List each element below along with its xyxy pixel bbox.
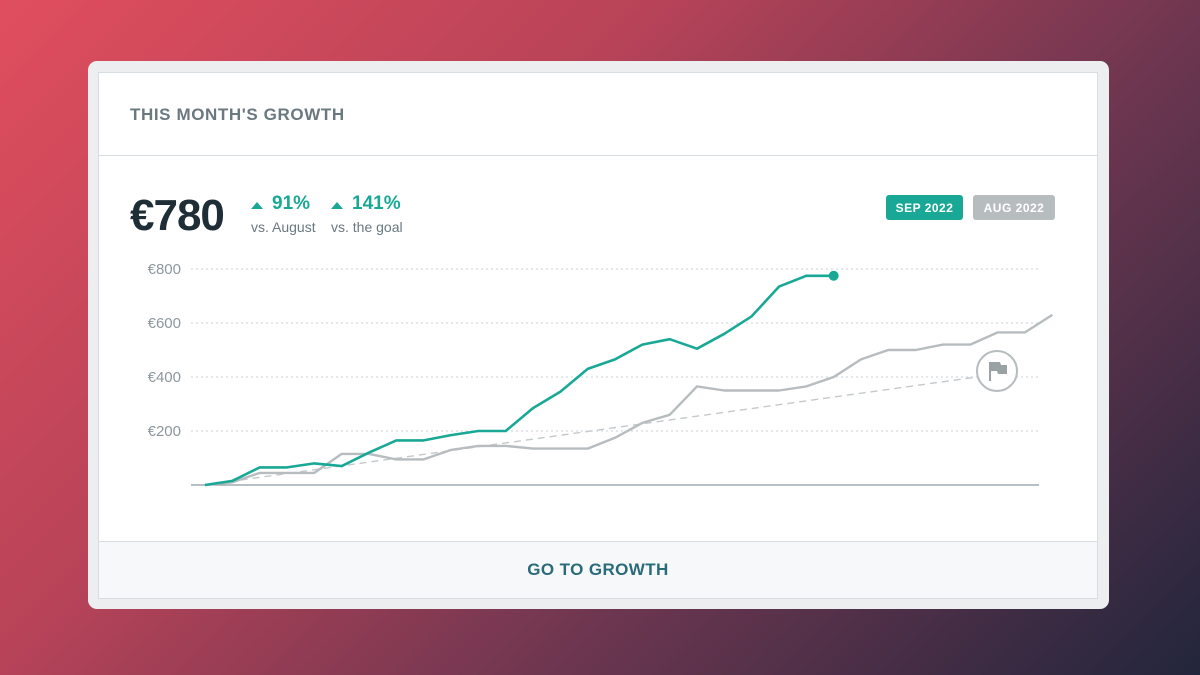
y-tick-label: €200 xyxy=(148,423,181,440)
card-header: THIS MONTH'S GROWTH xyxy=(99,73,1097,156)
y-tick-label: €600 xyxy=(148,315,181,332)
go-to-growth-button[interactable]: GO TO GROWTH xyxy=(99,541,1097,598)
card-title: THIS MONTH'S GROWTH xyxy=(130,105,345,124)
series-line-current xyxy=(204,274,834,487)
growth-card: THIS MONTH'S GROWTH €780 91% vs. August … xyxy=(98,72,1098,599)
y-tick-label: €800 xyxy=(148,261,181,278)
y-tick-label: €400 xyxy=(148,369,181,386)
card-frame: THIS MONTH'S GROWTH €780 91% vs. August … xyxy=(88,61,1109,609)
go-to-growth-label: GO TO GROWTH xyxy=(527,560,669,579)
series-end-marker xyxy=(828,270,839,281)
growth-chart: €200 €400 €600 €800 xyxy=(148,261,1053,487)
series-line-previous xyxy=(204,313,1053,487)
